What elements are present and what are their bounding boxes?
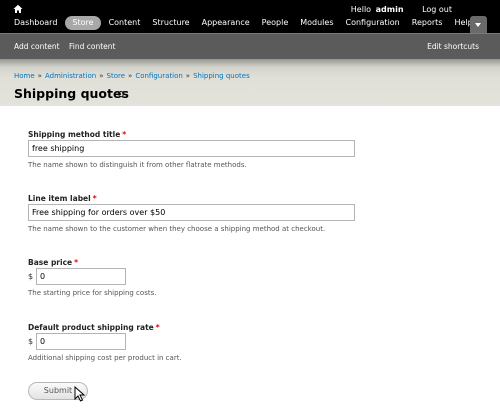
base-price-input[interactable]: 0 bbox=[36, 268, 126, 285]
field-line-item-label: Line item label * Free shipping for order… bbox=[28, 194, 355, 233]
mouse-cursor-icon bbox=[74, 386, 86, 402]
shortcut-add-content[interactable]: Add content bbox=[14, 42, 60, 51]
edit-shortcuts-link[interactable]: Edit shortcuts bbox=[427, 42, 479, 51]
menu-item-configuration[interactable]: Configuration bbox=[340, 16, 406, 30]
breadcrumb-shipping-quotes[interactable]: Shipping quotes bbox=[193, 72, 250, 80]
menu-item-people[interactable]: People bbox=[256, 16, 295, 30]
shortcuts-bar: Add content Find content Edit shortcuts bbox=[0, 33, 500, 59]
admin-toolbar: Hello admin Log out Dashboard Store Cont… bbox=[0, 0, 500, 34]
menu-item-store[interactable]: Store bbox=[65, 16, 101, 30]
breadcrumb-administration[interactable]: Administration bbox=[45, 72, 96, 80]
breadcrumb-separator: » bbox=[37, 72, 42, 80]
hello-text: Hello bbox=[350, 5, 372, 14]
default-product-rate-description: Additional shipping cost per product in … bbox=[28, 354, 182, 362]
breadcrumb-configuration[interactable]: Configuration bbox=[135, 72, 182, 80]
shortcuts-drawer-toggle[interactable] bbox=[470, 16, 487, 34]
home-icon[interactable] bbox=[13, 4, 23, 14]
required-marker: * bbox=[92, 194, 97, 203]
page-header: Home» Administration» Store» Configuration»… bbox=[0, 59, 500, 106]
required-marker: * bbox=[155, 323, 160, 332]
base-price-description: The starting price for shipping costs. bbox=[28, 289, 157, 297]
logout-link[interactable]: Log out bbox=[422, 5, 452, 14]
menu-item-modules[interactable]: Modules bbox=[294, 16, 339, 30]
field-base-price: Base price * $ 0 The starting price for s… bbox=[28, 258, 156, 297]
base-price-label: Base price * bbox=[28, 258, 79, 267]
menu-item-content[interactable]: Content bbox=[103, 16, 147, 30]
chevron-down-icon bbox=[475, 23, 481, 27]
username-link[interactable]: admin bbox=[376, 5, 404, 14]
menu-item-dashboard[interactable]: Dashboard bbox=[8, 16, 63, 30]
line-item-label-input[interactable]: Free shipping for orders over $50 bbox=[28, 204, 355, 221]
toolbar-shadow bbox=[0, 59, 500, 67]
required-marker: * bbox=[74, 258, 79, 267]
menu-item-structure[interactable]: Structure bbox=[146, 16, 195, 30]
shipping-method-title-label: Shipping method title * bbox=[28, 130, 127, 139]
default-product-rate-label: Default product shipping rate * bbox=[28, 323, 160, 332]
breadcrumb-separator: » bbox=[99, 72, 104, 80]
breadcrumb-home[interactable]: Home bbox=[14, 72, 35, 80]
toolbar-menu: Dashboard Store Content Structure Appear… bbox=[8, 16, 479, 30]
line-item-label-description: The name shown to the customer when they… bbox=[28, 225, 326, 233]
breadcrumb-separator: » bbox=[128, 72, 133, 80]
menu-item-reports[interactable]: Reports bbox=[406, 16, 449, 30]
field-shipping-method-title: Shipping method title * free shipping The… bbox=[28, 130, 355, 169]
shipping-method-title-input[interactable]: free shipping bbox=[28, 140, 355, 157]
currency-prefix: $ bbox=[28, 337, 34, 346]
breadcrumb-separator: » bbox=[185, 72, 191, 80]
shortcut-find-content[interactable]: Find content bbox=[69, 42, 115, 51]
page-title: Shipping quotes bbox=[14, 86, 129, 101]
menu-item-appearance[interactable]: Appearance bbox=[196, 16, 256, 30]
shipping-method-title-description: The name shown to distinguish it from ot… bbox=[28, 161, 247, 169]
user-area: Hello admin Log out bbox=[351, 5, 452, 14]
default-product-rate-input[interactable]: 0 bbox=[36, 333, 126, 350]
required-marker: * bbox=[122, 130, 127, 139]
breadcrumb-store[interactable]: Store bbox=[107, 72, 126, 80]
loading-throbber-icon bbox=[118, 91, 124, 97]
breadcrumb: Home» Administration» Store» Configuration»… bbox=[14, 72, 250, 80]
field-default-product-rate: Default product shipping rate * $ 0 Addit… bbox=[28, 323, 182, 362]
currency-prefix: $ bbox=[28, 272, 34, 281]
line-item-label-label: Line item label * bbox=[28, 194, 97, 203]
